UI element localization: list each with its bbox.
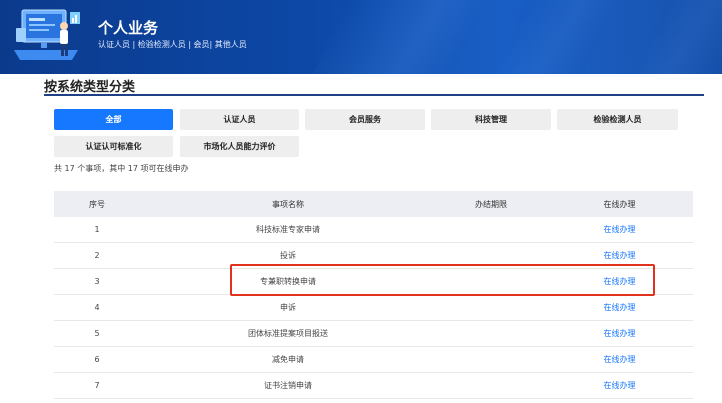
category-button-market-evaluation[interactable]: 市场化人员能力评价 <box>180 136 299 157</box>
row-item-name: 申诉 <box>280 303 296 312</box>
table-row: 2 投诉 在线办理 <box>54 243 693 269</box>
online-apply-link[interactable]: 在线办理 <box>604 329 636 338</box>
category-button-certification[interactable]: 认证人员 <box>180 109 299 130</box>
online-apply-link[interactable]: 在线办理 <box>604 381 636 390</box>
online-apply-link[interactable]: 在线办理 <box>604 355 636 364</box>
table-row: 3 专兼职转换申请 在线办理 <box>54 269 693 295</box>
table-row: 1 科技标准专家申请 在线办理 <box>54 217 693 243</box>
banner-subtitle: 认证人员 | 检验检测人员 | 会员| 其他人员 <box>98 40 247 49</box>
column-header-name: 事项名称 <box>272 199 304 209</box>
row-number: 2 <box>94 251 100 260</box>
row-item-name: 科技标准专家申请 <box>256 225 320 234</box>
table-row: 6 减免申请 在线办理 <box>54 347 693 373</box>
online-apply-link[interactable]: 在线办理 <box>604 251 636 260</box>
row-number: 1 <box>94 225 100 234</box>
header-banner: 个人业务 认证人员 | 检验检测人员 | 会员| 其他人员 <box>0 0 722 74</box>
online-apply-link[interactable]: 在线办理 <box>604 303 636 312</box>
table-row: 7 证书注销申请 在线办理 <box>54 373 693 399</box>
section-title: 按系统类型分类 <box>44 80 136 95</box>
table-row: 5 团体标准提案项目报送 在线办理 <box>54 321 693 347</box>
row-number: 7 <box>94 381 100 390</box>
category-button-all[interactable]: 全部 <box>54 109 173 130</box>
row-number: 5 <box>94 329 100 338</box>
category-button-tech-management[interactable]: 科技管理 <box>431 109 551 130</box>
row-item-name: 专兼职转换申请 <box>260 277 316 286</box>
row-item-name: 投诉 <box>280 251 296 260</box>
items-table: 序号 事项名称 办结期限 在线办理 1 科技标准专家申请 在线办理 2 投诉 在… <box>54 191 693 399</box>
page-title: 个人业务 <box>98 19 159 37</box>
column-header-deadline: 办结期限 <box>475 199 507 209</box>
table-row: 4 申诉 在线办理 <box>54 295 693 321</box>
online-apply-link[interactable]: 在线办理 <box>604 277 636 286</box>
row-number: 3 <box>94 277 100 286</box>
category-button-inspection-staff[interactable]: 检验检测人员 <box>557 109 678 130</box>
column-header-number: 序号 <box>89 199 105 209</box>
office-illustration-icon <box>14 9 80 60</box>
column-header-online: 在线办理 <box>603 199 636 209</box>
category-button-member-service[interactable]: 会员服务 <box>305 109 425 130</box>
online-apply-link[interactable]: 在线办理 <box>604 225 636 234</box>
table-header: 序号 事项名称 办结期限 在线办理 <box>54 191 693 217</box>
row-item-name: 证书注销申请 <box>264 381 312 390</box>
row-number: 4 <box>94 303 100 312</box>
row-item-name: 团体标准提案项目报送 <box>248 329 328 338</box>
row-number: 6 <box>94 355 100 364</box>
row-item-name: 减免申请 <box>272 355 304 364</box>
category-button-accreditation-standard[interactable]: 认证认可标准化 <box>54 136 173 157</box>
item-count-summary: 共 17 个事项，其中 17 项可在线申办 <box>54 164 189 173</box>
section-divider <box>44 94 704 96</box>
